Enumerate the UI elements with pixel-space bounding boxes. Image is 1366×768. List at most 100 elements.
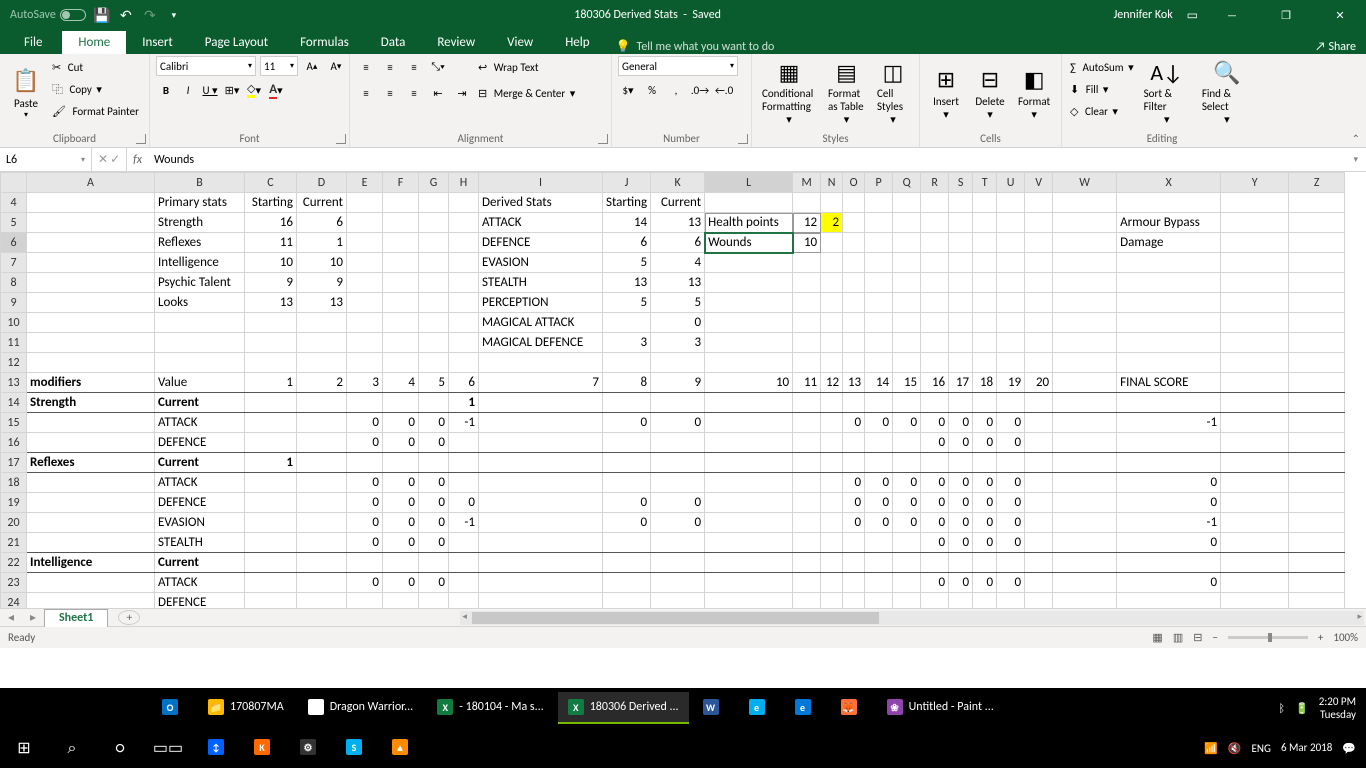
tab-home[interactable]: Home <box>62 31 126 54</box>
cell-L8[interactable] <box>705 273 793 293</box>
cell-I19[interactable] <box>479 493 603 513</box>
cell-V13[interactable]: 20 <box>1025 373 1053 393</box>
cell-K10[interactable]: 0 <box>651 313 705 333</box>
cell-U14[interactable] <box>997 393 1025 413</box>
cell-U8[interactable] <box>997 273 1025 293</box>
cell-W5[interactable] <box>1053 213 1117 233</box>
cell-C22[interactable] <box>245 553 297 573</box>
cell-V20[interactable] <box>1025 513 1053 533</box>
taskbar-task-1[interactable]: 📁170807MA <box>198 692 294 724</box>
cell-G11[interactable] <box>419 333 449 353</box>
font-size-select[interactable]: 11▾ <box>260 56 298 76</box>
cell-Y10[interactable] <box>1221 313 1289 333</box>
cell-W16[interactable] <box>1053 433 1117 453</box>
cell-A10[interactable] <box>27 313 155 333</box>
cell-E4[interactable] <box>347 193 383 213</box>
cell-M14[interactable] <box>793 393 821 413</box>
cell-M22[interactable] <box>793 553 821 573</box>
row-header-12[interactable]: 12 <box>1 353 27 373</box>
cell-O10[interactable] <box>843 313 865 333</box>
cell-N22[interactable] <box>821 553 843 573</box>
cell-R9[interactable] <box>921 293 949 313</box>
cell-Y13[interactable] <box>1221 373 1289 393</box>
cell-E11[interactable] <box>347 333 383 353</box>
cell-P23[interactable] <box>865 573 893 593</box>
cell-Z10[interactable] <box>1289 313 1345 333</box>
cell-W10[interactable] <box>1053 313 1117 333</box>
align-top-button[interactable]: ≡ <box>356 57 376 77</box>
cell-Z21[interactable] <box>1289 533 1345 553</box>
cell-P24[interactable] <box>865 593 893 609</box>
cell-Y19[interactable] <box>1221 493 1289 513</box>
cell-S18[interactable]: 0 <box>949 473 973 493</box>
cell-R11[interactable] <box>921 333 949 353</box>
start-button[interactable]: ⊞ <box>0 728 48 768</box>
cell-T19[interactable]: 0 <box>973 493 997 513</box>
cell-V24[interactable] <box>1025 593 1053 609</box>
cell-X12[interactable] <box>1117 353 1221 373</box>
cell-K24[interactable] <box>651 593 705 609</box>
cell-U4[interactable] <box>997 193 1025 213</box>
cell-L6[interactable]: Wounds <box>705 233 793 253</box>
cell-Y23[interactable] <box>1221 573 1289 593</box>
clipboard-launcher[interactable] <box>136 134 146 144</box>
cell-Z5[interactable] <box>1289 213 1345 233</box>
cell-U19[interactable]: 0 <box>997 493 1025 513</box>
cell-I9[interactable]: PERCEPTION <box>479 293 603 313</box>
normal-view-button[interactable]: ▦ <box>1152 631 1162 644</box>
cell-T10[interactable] <box>973 313 997 333</box>
cell-L13[interactable]: 10 <box>705 373 793 393</box>
cell-I14[interactable] <box>479 393 603 413</box>
number-format-select[interactable]: General▾ <box>618 56 738 76</box>
row-header-13[interactable]: 13 <box>1 373 27 393</box>
cell-W23[interactable] <box>1053 573 1117 593</box>
cell-S9[interactable] <box>949 293 973 313</box>
cell-I24[interactable] <box>479 593 603 609</box>
cell-D4[interactable]: Current <box>297 193 347 213</box>
cell-Q12[interactable] <box>893 353 921 373</box>
cell-L16[interactable] <box>705 433 793 453</box>
cell-Z22[interactable] <box>1289 553 1345 573</box>
cell-E21[interactable]: 0 <box>347 533 383 553</box>
cell-F15[interactable]: 0 <box>383 413 419 433</box>
row-header-7[interactable]: 7 <box>1 253 27 273</box>
cell-F5[interactable] <box>383 213 419 233</box>
cell-K16[interactable] <box>651 433 705 453</box>
cell-A23[interactable] <box>27 573 155 593</box>
cell-M23[interactable] <box>793 573 821 593</box>
cell-W19[interactable] <box>1053 493 1117 513</box>
cell-U23[interactable]: 0 <box>997 573 1025 593</box>
cell-E17[interactable] <box>347 453 383 473</box>
cell-K21[interactable] <box>651 533 705 553</box>
cell-U10[interactable] <box>997 313 1025 333</box>
cell-J9[interactable]: 5 <box>603 293 651 313</box>
italic-button[interactable]: I <box>178 80 198 100</box>
cell-Z7[interactable] <box>1289 253 1345 273</box>
cell-M6[interactable]: 10 <box>793 233 821 253</box>
cell-A20[interactable] <box>27 513 155 533</box>
cell-F13[interactable]: 4 <box>383 373 419 393</box>
cell-Y9[interactable] <box>1221 293 1289 313</box>
cell-C16[interactable] <box>245 433 297 453</box>
cell-J19[interactable]: 0 <box>603 493 651 513</box>
col-header-U[interactable]: U <box>997 173 1025 193</box>
cell-M7[interactable] <box>793 253 821 273</box>
cell-I20[interactable] <box>479 513 603 533</box>
cell-R22[interactable] <box>921 553 949 573</box>
cell-S5[interactable] <box>949 213 973 233</box>
tray-volume-icon[interactable]: 🔇 <box>1228 742 1242 755</box>
page-break-view-button[interactable]: ⊟ <box>1193 631 1202 644</box>
col-header-D[interactable]: D <box>297 173 347 193</box>
cell-C15[interactable] <box>245 413 297 433</box>
sort-filter-button[interactable]: A↓Sort & Filter▾ <box>1140 56 1194 128</box>
cell-I12[interactable] <box>479 353 603 373</box>
cell-H7[interactable] <box>449 253 479 273</box>
cell-X18[interactable]: 0 <box>1117 473 1221 493</box>
cell-Z12[interactable] <box>1289 353 1345 373</box>
cell-U17[interactable] <box>997 453 1025 473</box>
cell-L9[interactable] <box>705 293 793 313</box>
cell-S12[interactable] <box>949 353 973 373</box>
cell-N14[interactable] <box>821 393 843 413</box>
cell-W4[interactable] <box>1053 193 1117 213</box>
col-header-O[interactable]: O <box>843 173 865 193</box>
